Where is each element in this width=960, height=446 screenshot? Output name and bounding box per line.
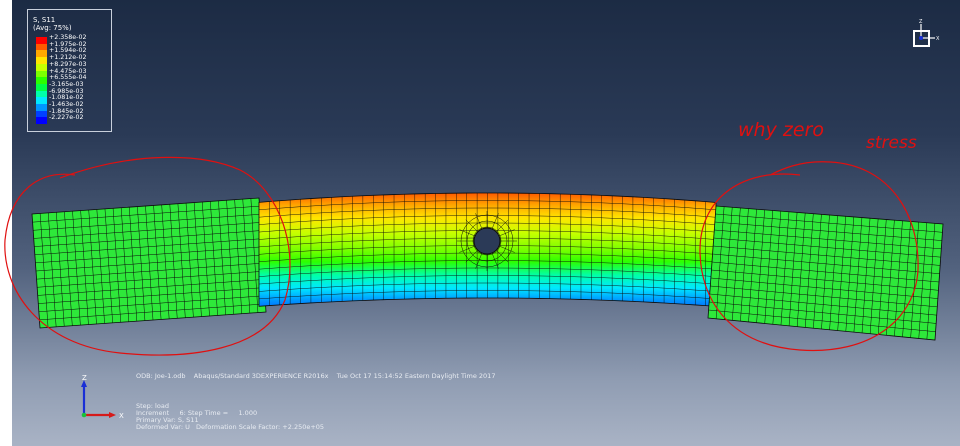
viewcube-z-label: Z <box>919 19 923 25</box>
center-beam-region <box>258 192 717 318</box>
right-support-region <box>707 205 944 341</box>
z-axis-dot <box>81 412 87 418</box>
x-axis-arrowhead <box>109 412 116 418</box>
view-orientation-icon[interactable]: Z X <box>908 18 942 52</box>
triad-z-label: Z <box>82 374 87 382</box>
axis-triad: Z X <box>81 374 124 420</box>
hole-opening <box>473 227 501 255</box>
viewcube-x-label: X <box>936 36 940 42</box>
left-support-region <box>31 197 267 329</box>
triad-x-label: X <box>119 412 124 420</box>
center-hole <box>457 211 517 271</box>
odb-info-line: ODB: Joe-1.odb Abaqus/Standard 3DEXPERIE… <box>136 372 496 380</box>
deformed-var-label: Deformed Var: U Deformation Scale Factor… <box>136 423 325 431</box>
